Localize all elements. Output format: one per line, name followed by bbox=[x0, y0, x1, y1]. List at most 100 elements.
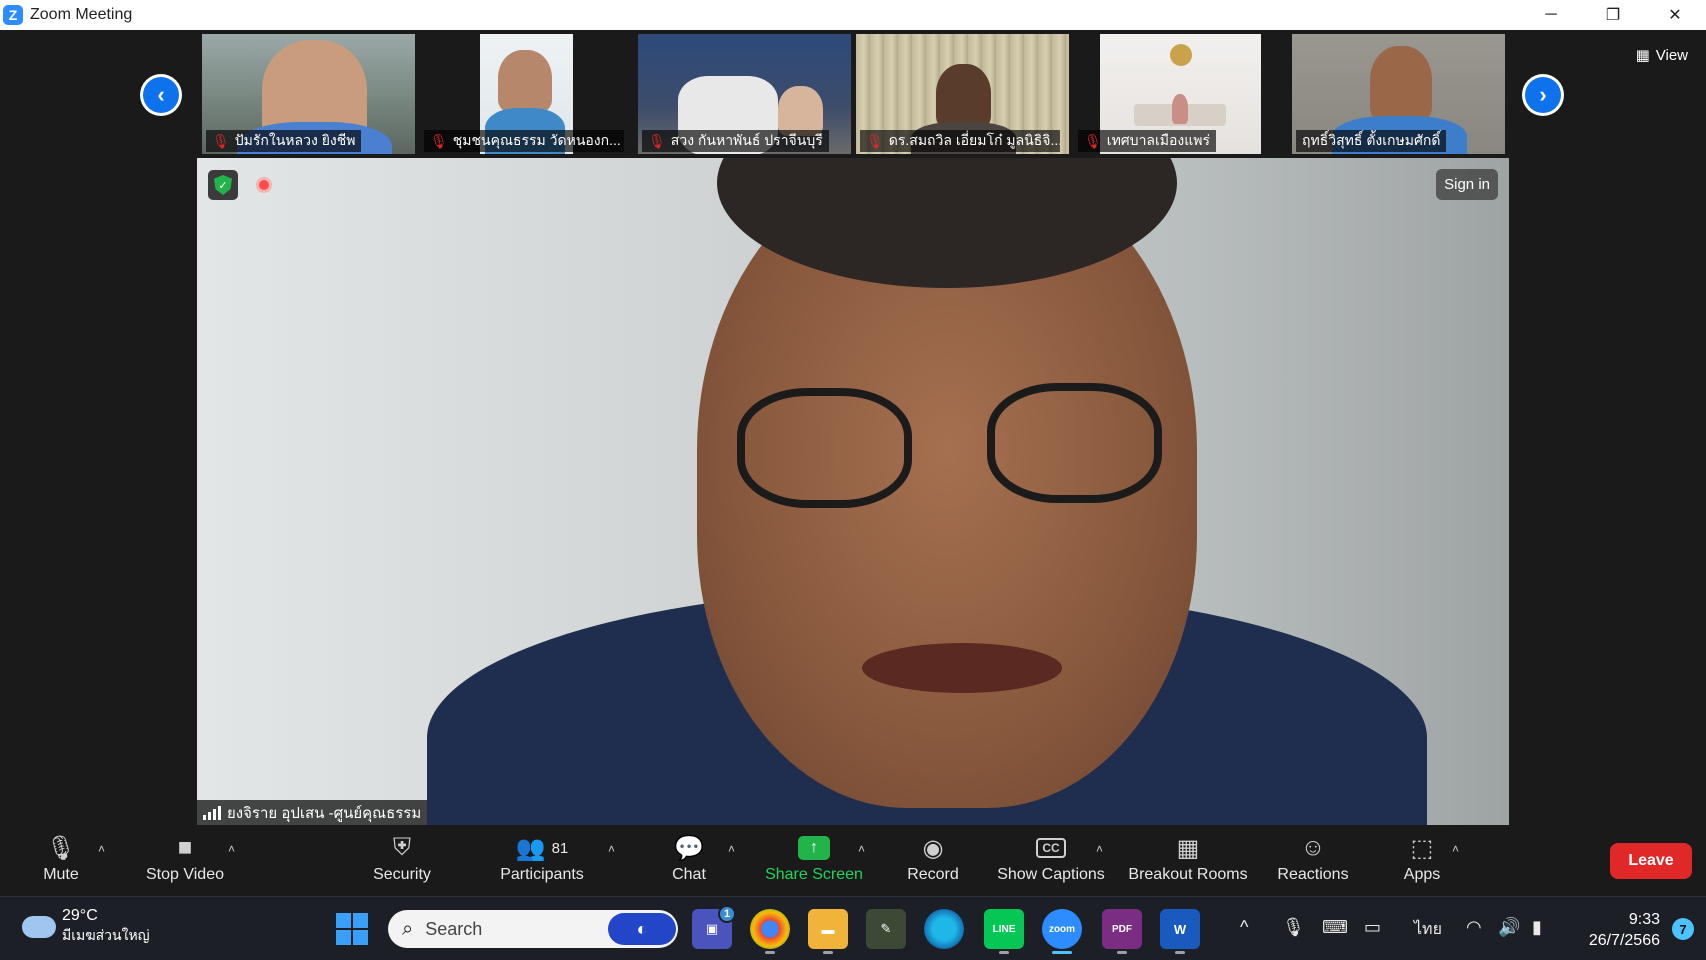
participant-thumbnail[interactable]: 🎙 ชุมชนคุณธรรม วัดหนองก... bbox=[420, 34, 633, 154]
apps-label: Apps bbox=[1403, 866, 1441, 883]
shield-icon: ⛨ bbox=[393, 834, 411, 861]
participant-name-label: 🎙 ชุมชนคุณธรรม วัดหนองก... bbox=[424, 130, 624, 152]
restore-button[interactable]: ❐ bbox=[1582, 0, 1644, 30]
participant-name: ชุมชนคุณธรรม วัดหนองก... bbox=[452, 132, 621, 148]
participant-face bbox=[498, 50, 552, 112]
stop-video-button[interactable]: ■ Stop Video bbox=[142, 832, 228, 892]
participants-label: Participants bbox=[500, 866, 584, 883]
mute-button[interactable]: 🎙 Mute bbox=[38, 832, 84, 892]
meeting-area: ‹ 🎙 ปัมรักในหลวง ยิงชีพ 🎙 ชุมชนคุณธรรม วัด… bbox=[0, 30, 1706, 826]
video-options-caret[interactable]: ˄ bbox=[228, 842, 235, 856]
participant-name-label: 🎙 ดร.สมถวิล เอี่ยมโก๋ มูลนิธิจิ... bbox=[860, 130, 1060, 152]
speaker-name-label: ยงจิราย อุปเสน -ศูนย์คุณธรรม bbox=[197, 800, 428, 825]
participant-thumbnail[interactable]: 🎙 เทศบาลเมืองแพร่ bbox=[1074, 34, 1287, 154]
breakout-rooms-button[interactable]: ▦ Breakout Rooms bbox=[1128, 832, 1248, 892]
pdf-app-icon[interactable]: PDF bbox=[1102, 909, 1142, 954]
show-captions-label: Show Captions bbox=[997, 866, 1105, 883]
mic-muted-icon: 🎙 bbox=[430, 132, 448, 149]
participant-figure bbox=[1172, 94, 1188, 124]
share-screen-icon: ↑ bbox=[798, 832, 830, 864]
participant-name-label: 🎙 เทศบาลเมืองแพร่ bbox=[1078, 130, 1217, 152]
participant-name: ดร.สมถวิล เอี่ยมโก๋ มูลนิธิจิ... bbox=[888, 132, 1060, 148]
reactions-button[interactable]: ☺ Reactions bbox=[1276, 832, 1350, 892]
chat-options-caret[interactable]: ˄ bbox=[728, 842, 735, 856]
gallery-next-button[interactable]: › bbox=[1522, 74, 1564, 116]
chevron-left-icon: ‹ bbox=[143, 77, 179, 113]
minimize-button[interactable]: ─ bbox=[1520, 0, 1582, 30]
participant-thumbnail[interactable]: 🎙 ปัมรักในหลวง ยิงชีพ bbox=[202, 34, 415, 154]
closed-captions-icon: CC bbox=[1036, 832, 1066, 864]
participant-thumbnail[interactable]: 🎙 สวง กันหาพันธ์ ปราจีนบุรี bbox=[638, 34, 851, 154]
mic-muted-icon: 🎙 bbox=[866, 132, 884, 149]
leave-button[interactable]: Leave bbox=[1610, 843, 1692, 879]
edge-app-icon[interactable] bbox=[924, 909, 964, 949]
stop-video-label: Stop Video bbox=[146, 866, 224, 883]
apps-button[interactable]: ⬚ Apps bbox=[1400, 832, 1444, 892]
tray-battery-icon[interactable]: ▮ bbox=[1532, 917, 1542, 938]
meeting-toolbar: 🎙 Mute ˄ ■ Stop Video ˄ ⛨ Security 👥 81 P… bbox=[0, 826, 1706, 896]
tray-wifi-icon[interactable]: ◠ bbox=[1466, 917, 1482, 938]
view-button[interactable]: ▦ View bbox=[1628, 42, 1696, 68]
teams-app-icon[interactable]: ▣ 1 bbox=[692, 905, 736, 949]
participant-thumbnail[interactable]: 🎙 ดร.สมถวิล เอี่ยมโก๋ มูลนิธิจิ... bbox=[856, 34, 1069, 154]
show-captions-button[interactable]: CC Show Captions bbox=[996, 832, 1106, 892]
line-app-icon[interactable]: LINE bbox=[984, 909, 1024, 954]
share-options-caret[interactable]: ˄ bbox=[858, 842, 865, 856]
close-button[interactable]: ✕ bbox=[1644, 0, 1706, 30]
mute-label: Mute bbox=[43, 866, 79, 883]
apps-options-caret[interactable]: ˄ bbox=[1452, 842, 1459, 856]
speaker-glasses-left bbox=[737, 388, 912, 508]
tray-microphone-icon[interactable]: 🎙 bbox=[1282, 917, 1305, 938]
zoom-logo-icon: Z bbox=[3, 5, 23, 25]
tray-tablet-icon[interactable]: ▭ bbox=[1364, 917, 1381, 938]
chat-label: Chat bbox=[672, 866, 706, 883]
participants-options-caret[interactable]: ˄ bbox=[608, 842, 615, 856]
record-button[interactable]: ◉ Record bbox=[906, 832, 960, 892]
bing-icon[interactable]: ◐ bbox=[608, 913, 676, 945]
chat-button[interactable]: 💬 Chat bbox=[668, 832, 710, 892]
notification-count-badge[interactable]: 7 bbox=[1672, 918, 1694, 940]
tray-language-indicator[interactable]: ไทย bbox=[1414, 917, 1442, 942]
word-app-icon[interactable]: W bbox=[1160, 909, 1200, 954]
weather-temperature: 29°C bbox=[62, 907, 98, 924]
tray-keyboard-icon[interactable]: ⌨ bbox=[1322, 917, 1348, 938]
recording-indicator-icon bbox=[256, 177, 272, 193]
window-controls: ─ ❐ ✕ bbox=[1520, 0, 1706, 30]
captions-options-caret[interactable]: ˄ bbox=[1096, 842, 1103, 856]
weather-widget[interactable]: 29°C มีเมฆส่วนใหญ่ bbox=[22, 907, 150, 947]
participants-count: 81 bbox=[551, 839, 569, 857]
breakout-rooms-icon: ▦ bbox=[1176, 834, 1200, 862]
participant-thumbnail[interactable]: ฤทธิ์วิสุทธิ์ ตั้งเกษมศักดิ์ bbox=[1292, 34, 1505, 154]
taskbar-search-box[interactable]: ⌕ Search ◐ bbox=[388, 910, 678, 948]
record-label: Record bbox=[907, 866, 959, 883]
reactions-label: Reactions bbox=[1277, 866, 1349, 883]
zoom-app-icon[interactable]: zoom bbox=[1042, 909, 1082, 954]
audio-options-caret[interactable]: ˄ bbox=[98, 842, 105, 856]
shield-check-icon: ✓ bbox=[214, 175, 232, 195]
chevron-right-icon: › bbox=[1525, 77, 1561, 113]
taskbar-clock[interactable]: 9:33 26/7/2566 bbox=[1589, 909, 1660, 951]
sign-in-button[interactable]: Sign in bbox=[1436, 169, 1498, 200]
chrome-app-icon[interactable] bbox=[750, 909, 790, 954]
participant-face bbox=[936, 64, 991, 129]
window-titlebar: Z Zoom Meeting ─ ❐ ✕ bbox=[0, 0, 1706, 30]
participant-name: ฤทธิ์วิสุทธิ์ ตั้งเกษมศักดิ์ bbox=[1302, 132, 1441, 148]
participant-face bbox=[778, 86, 823, 136]
share-screen-button[interactable]: ↑ Share Screen bbox=[765, 832, 863, 892]
gallery-prev-button[interactable]: ‹ bbox=[140, 74, 182, 116]
app-icon[interactable]: ✎ bbox=[866, 909, 906, 949]
security-button[interactable]: ⛨ Security bbox=[370, 832, 434, 892]
window-title: Zoom Meeting bbox=[30, 6, 133, 23]
tray-volume-icon[interactable]: 🔊 bbox=[1498, 917, 1520, 938]
tray-chevron-icon[interactable]: ^ bbox=[1240, 917, 1248, 938]
emblem-icon bbox=[1170, 44, 1192, 66]
windows-start-button[interactable] bbox=[336, 913, 368, 945]
weather-description: มีเมฆส่วนใหญ่ bbox=[62, 927, 150, 943]
partly-cloudy-icon bbox=[22, 907, 56, 938]
participants-button[interactable]: 👥 81 Participants bbox=[498, 832, 586, 892]
participant-name-label: 🎙 ปัมรักในหลวง ยิงชีพ bbox=[206, 130, 362, 152]
file-explorer-icon[interactable]: ▬ bbox=[808, 909, 848, 954]
speaker-mouth bbox=[862, 643, 1062, 693]
record-icon: ◉ bbox=[922, 834, 944, 862]
encryption-shield-button[interactable]: ✓ bbox=[208, 170, 238, 200]
